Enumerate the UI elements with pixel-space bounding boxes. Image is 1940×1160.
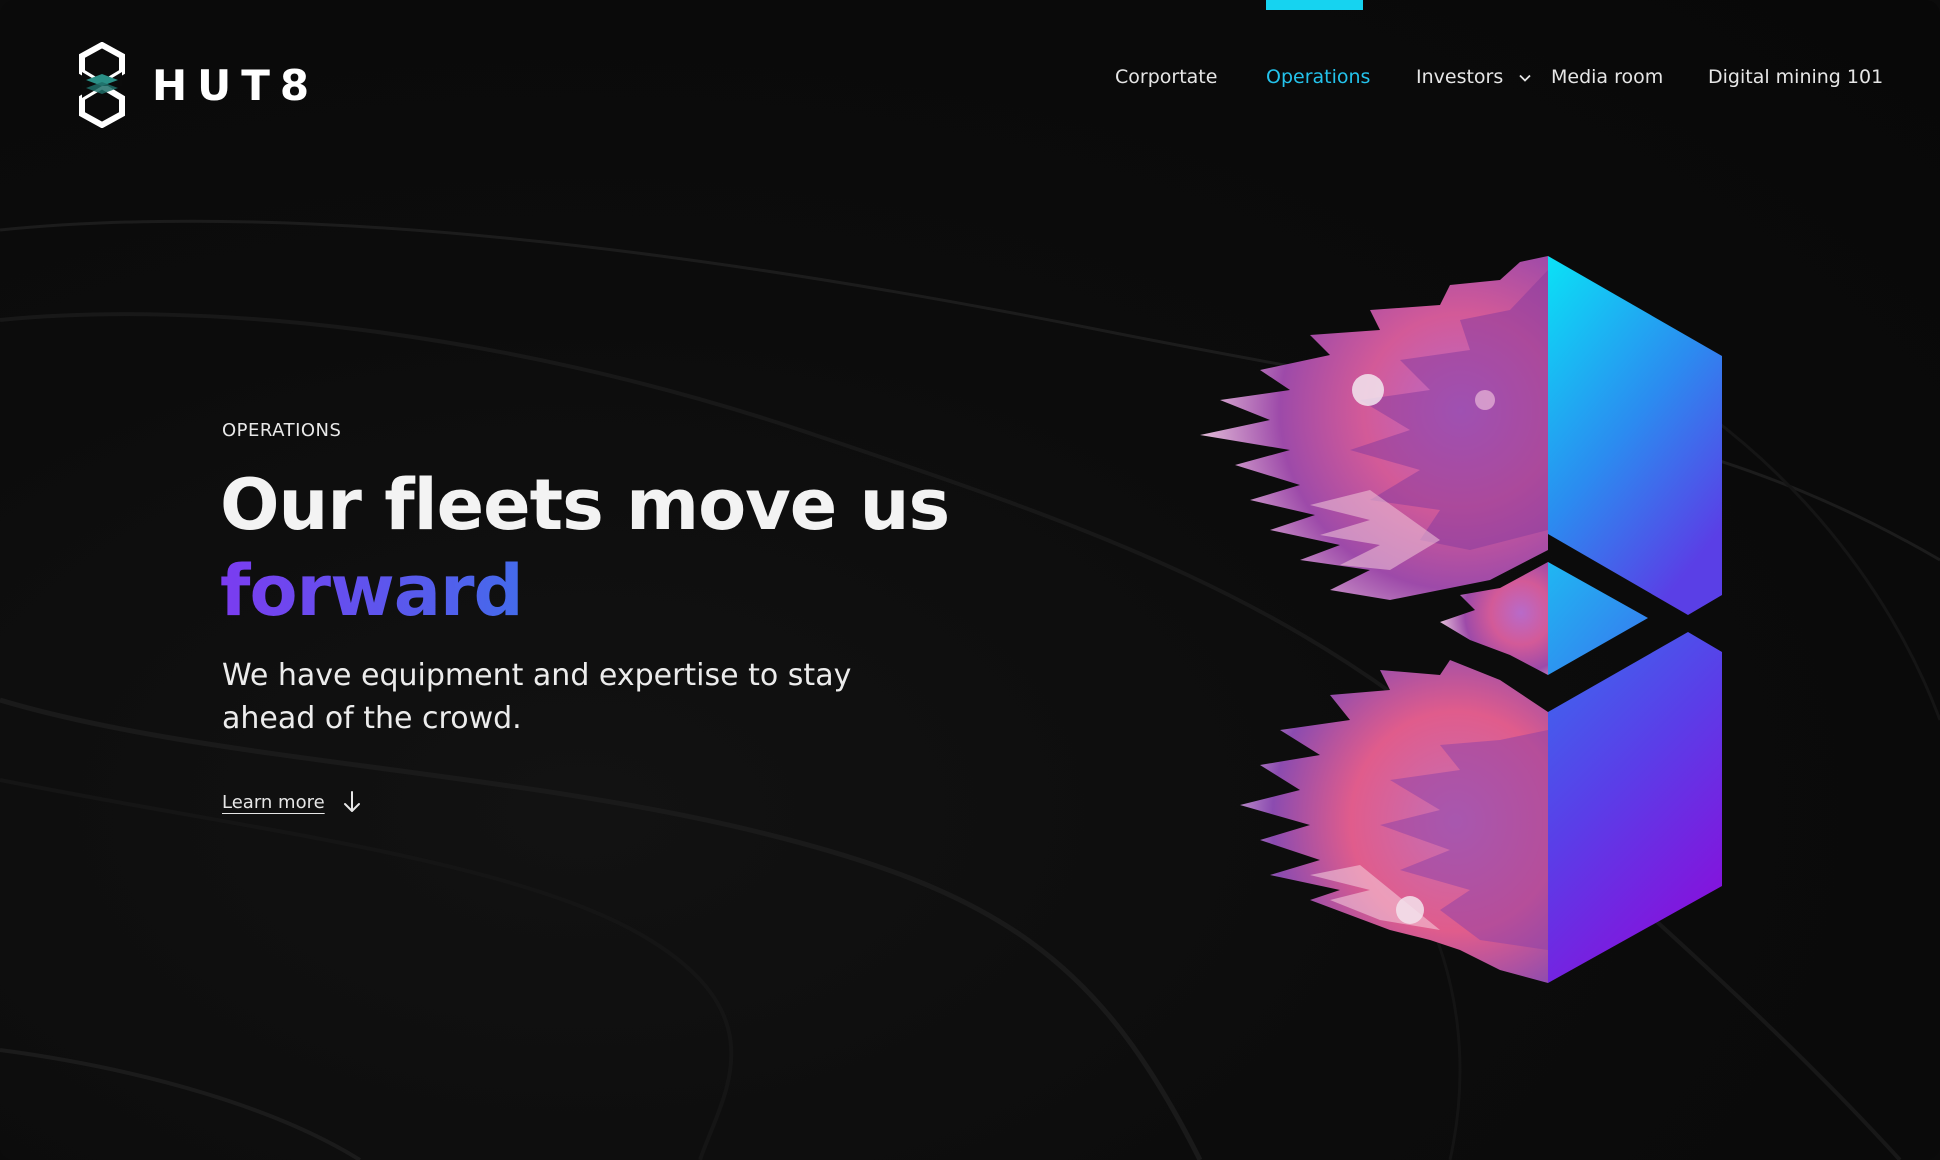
hero-headline-accent: forward xyxy=(220,548,949,634)
nav-item-corporate[interactable]: Corportate xyxy=(1115,66,1217,88)
nav-item-investors[interactable]: Investors xyxy=(1416,66,1531,88)
nav-item-operations[interactable]: Operations xyxy=(1266,66,1370,88)
learn-more-link[interactable]: Learn more xyxy=(222,790,361,814)
hexagon-8-coral-graphic xyxy=(1200,256,1722,983)
hero-headline: Our fleets move us forward xyxy=(220,462,950,634)
arrow-down-icon xyxy=(343,791,360,812)
nav-item-media-room[interactable]: Media room xyxy=(1551,66,1663,88)
page: HUT8 Corportate Operations Investors Med… xyxy=(0,0,1940,1160)
main-nav: Corportate Operations Investors Media ro… xyxy=(0,66,1940,102)
hero-headline-line1: Our fleets move us xyxy=(220,464,950,546)
learn-more-label: Learn more xyxy=(222,791,325,813)
chevron-down-icon xyxy=(1519,74,1531,82)
nav-item-digital-mining[interactable]: Digital mining 101 xyxy=(1708,66,1883,88)
hero-subtext: We have equipment and expertise to stay … xyxy=(222,658,852,736)
nav-active-indicator xyxy=(1266,0,1363,10)
nav-item-investors-label: Investors xyxy=(1416,66,1504,88)
hero-eyebrow: OPERATIONS xyxy=(222,420,342,441)
